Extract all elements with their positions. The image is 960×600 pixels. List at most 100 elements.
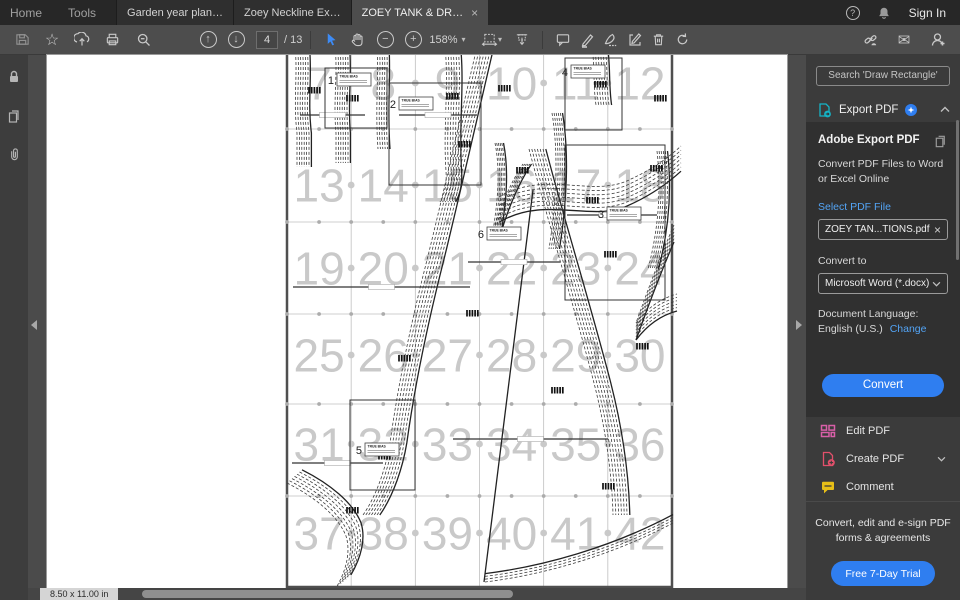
svg-text:3: 3 [598,209,604,221]
svg-text:6: 6 [478,229,484,241]
send-email-tool[interactable]: ✉ [892,28,916,52]
language-value: English (U.S.) [818,323,883,336]
svg-text:24: 24 [614,243,665,295]
svg-text:TRUE BIAS: TRUE BIAS [490,229,509,233]
zoom-out-button[interactable]: − [373,28,397,52]
fill-sign-tool[interactable] [599,28,623,52]
svg-text:TRUE BIAS: TRUE BIAS [402,99,421,103]
search-icon[interactable] [132,28,156,52]
collapse-left-panel-handle[interactable] [31,320,37,330]
hand-tool[interactable] [345,28,369,52]
chevron-up-icon [940,106,950,113]
create-pdf-icon [822,451,835,466]
help-icon[interactable]: ? [845,5,860,20]
edit-pdf-icon [820,424,836,437]
svg-text:9: 9 [435,58,461,110]
delete-pages-tool[interactable] [647,28,671,52]
bell-icon[interactable] [876,4,893,21]
tab-zoey-neckline[interactable]: Zoey Neckline Ex… [233,0,351,25]
lock-icon[interactable] [6,69,22,90]
create-pdf-item[interactable]: Create PDF [806,445,960,473]
sign-in-button[interactable]: Sign In [909,6,946,20]
home-menu[interactable]: Home [10,6,42,20]
comment-tool[interactable] [551,28,575,52]
page-number-input[interactable]: 4 [256,30,278,49]
fit-width-dropdown[interactable]: ▾ [480,28,504,52]
attachments-paperclip-icon[interactable] [7,147,22,167]
copy-pages-icon [935,135,945,148]
collapse-right-panel-handle[interactable] [796,320,802,330]
select-tool-pointer[interactable] [319,28,343,52]
page-size-status: 8.50 x 11.00 in [40,588,119,600]
change-language-link[interactable]: Change [890,323,927,335]
format-select-dropdown[interactable]: Microsoft Word (*.docx) [818,273,948,295]
highlight-tool[interactable] [575,28,599,52]
share-upload-button[interactable] [70,28,94,52]
svg-text:TRUE BIAS: TRUE BIAS [340,75,359,79]
svg-text:4: 4 [562,67,568,79]
panel-scrollbar-thumb[interactable] [956,120,959,260]
svg-text:37: 37 [293,508,344,560]
export-pdf-section-header[interactable]: Export PDF [806,98,960,122]
chevron-down-icon [932,281,941,287]
zoom-in-button[interactable]: + [401,28,425,52]
svg-text:25: 25 [293,330,344,382]
toolbar: ☆ ↑ ↓ 4 / 13 − + 158% ▾ ▾ ✉ [0,25,960,55]
svg-text:38: 38 [358,508,409,560]
svg-text:13: 13 [293,160,344,212]
trial-promo: Convert, edit and e-sign PDF forms & agr… [806,500,960,600]
svg-text:40: 40 [486,508,537,560]
svg-text:30: 30 [614,330,665,382]
print-button[interactable] [100,28,124,52]
free-trial-button[interactable]: Free 7-Day Trial [831,561,935,587]
zoom-level-dropdown[interactable]: 158% ▾ [429,34,465,46]
sewing-pattern-page: 7 8 9 10 11 1213 14 15 16 17 1819 20 21 22 23 2425 26 27 2… [285,46,682,589]
svg-text:TRUE BIAS: TRUE BIAS [574,67,593,71]
remove-file-icon[interactable]: × [934,223,941,237]
chevron-down-icon [937,456,946,462]
add-reviewer-tool[interactable] [926,28,950,52]
acrobat-window: Home Tools Garden year plan… Zoey Neckli… [0,0,960,600]
svg-text:35: 35 [550,419,601,471]
svg-text:10: 10 [486,58,537,110]
next-page-button[interactable]: ↓ [224,28,248,52]
tab-zoey-tank-active[interactable]: ZOEY TANK & DR… × [350,0,489,25]
svg-text:36: 36 [614,419,665,471]
pdf-page[interactable]: 7 8 9 10 11 12 13 14 15 16 17 18 19 20 21 22 23 24 25 26 27 2… [47,46,787,589]
edit-pdf-item[interactable]: Edit PDF [806,417,960,445]
horizontal-scrollbar-thumb[interactable] [142,590,513,598]
page-thumbnails-icon[interactable] [6,108,22,129]
svg-text:27: 27 [422,330,473,382]
convert-button[interactable]: Convert [822,373,944,397]
svg-text:33: 33 [422,419,473,471]
svg-text:28: 28 [486,330,537,382]
search-tools-input[interactable]: Search 'Draw Rectangle' [816,66,950,86]
svg-text:TRUE BIAS: TRUE BIAS [368,445,387,449]
tools-panel: Search 'Draw Rectangle' Export PDF Adobe… [806,55,960,600]
select-pdf-file-link[interactable]: Select PDF File [818,201,948,213]
left-rail [0,55,28,600]
svg-text:34: 34 [486,419,537,471]
tab-garden-year-plan[interactable]: Garden year plan… [116,0,234,25]
save-button[interactable] [10,28,34,52]
title-bar: Home Tools Garden year plan… Zoey Neckli… [0,0,960,25]
page-scrolling-button[interactable] [510,28,534,52]
svg-text:22: 22 [486,243,537,295]
horizontal-scrollbar[interactable] [28,588,806,600]
rotate-pages-tool[interactable] [671,28,695,52]
premium-badge-icon [905,103,918,116]
share-link-tool[interactable] [858,28,882,52]
document-viewport[interactable]: 7 8 9 10 11 12 13 14 15 16 17 18 19 20 21 22 23 24 25 26 27 2… [28,46,806,600]
comment-icon [822,481,834,493]
tools-menu[interactable]: Tools [68,6,96,20]
comment-item[interactable]: Comment [806,473,960,501]
svg-text:29: 29 [550,330,601,382]
edit-page-tool[interactable] [623,28,647,52]
star-favorite-button[interactable]: ☆ [40,28,64,52]
chevron-down-icon: ▾ [498,35,503,44]
selected-file-chip[interactable]: ZOEY TAN...TIONS.pdf × [818,219,948,241]
svg-text:1: 1 [328,75,334,87]
close-tab-icon[interactable]: × [471,6,478,20]
svg-text:TRUE BIAS: TRUE BIAS [610,209,629,213]
previous-page-button[interactable]: ↑ [196,28,220,52]
